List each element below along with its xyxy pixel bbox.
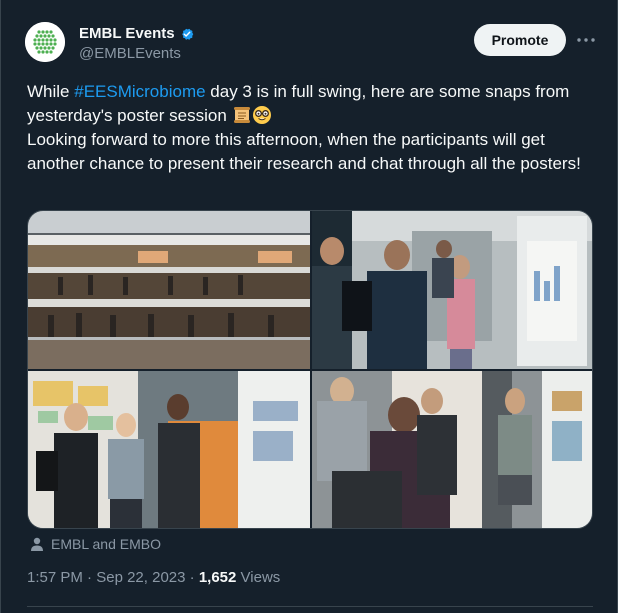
tweet-detail: EMBL Events @EMBLEvents Promote While #E…	[0, 0, 618, 613]
photo-atrium-image	[28, 211, 310, 369]
hashtag-link[interactable]: #EESMicrobiome	[74, 82, 205, 101]
photo-2-group[interactable]	[312, 211, 592, 369]
meta-separator: ·	[87, 569, 93, 586]
verified-badge-icon	[181, 28, 193, 40]
photo-group-image	[312, 211, 592, 369]
more-horizontal-icon[interactable]	[574, 28, 598, 52]
attribution-text: EMBL and EMBO	[51, 536, 161, 552]
display-name[interactable]: EMBL Events	[79, 24, 175, 44]
author-info: EMBL Events @EMBLEvents	[79, 24, 196, 64]
handle[interactable]: @EMBLEvents	[79, 44, 196, 64]
nerd-face-emoji-icon	[252, 106, 271, 124]
scroll-emoji-icon	[233, 107, 250, 123]
views-count: 1,652	[198, 569, 237, 586]
meta-separator: ·	[189, 569, 195, 586]
photo-4-presenter[interactable]	[312, 371, 592, 528]
photo-trio-image	[28, 371, 310, 528]
divider	[27, 606, 593, 607]
tweet-text-part: Looking forward to more this afternoon, …	[27, 130, 581, 173]
embl-logo-icon	[25, 22, 65, 62]
media-attribution[interactable]: EMBL and EMBO	[29, 534, 161, 554]
photo-1-atrium[interactable]	[28, 211, 310, 369]
media-grid	[27, 210, 593, 529]
avatar[interactable]	[25, 22, 65, 62]
views-label: Views	[240, 569, 281, 586]
person-icon	[31, 537, 43, 551]
promote-button[interactable]: Promote	[474, 24, 566, 56]
photo-presenter-image	[312, 371, 592, 528]
tweet-time[interactable]: 1:57 PM	[27, 569, 83, 586]
tweet-text: While #EESMicrobiome day 3 is in full sw…	[27, 80, 595, 176]
tweet-date[interactable]: Sep 22, 2023	[96, 569, 185, 586]
photo-3-trio[interactable]	[28, 371, 310, 528]
tweet-meta: 1:57 PM · Sep 22, 2023 · 1,652 Views	[27, 568, 280, 588]
tweet-header: EMBL Events @EMBLEvents Promote	[25, 20, 595, 64]
tweet-text-part: While	[27, 82, 75, 101]
